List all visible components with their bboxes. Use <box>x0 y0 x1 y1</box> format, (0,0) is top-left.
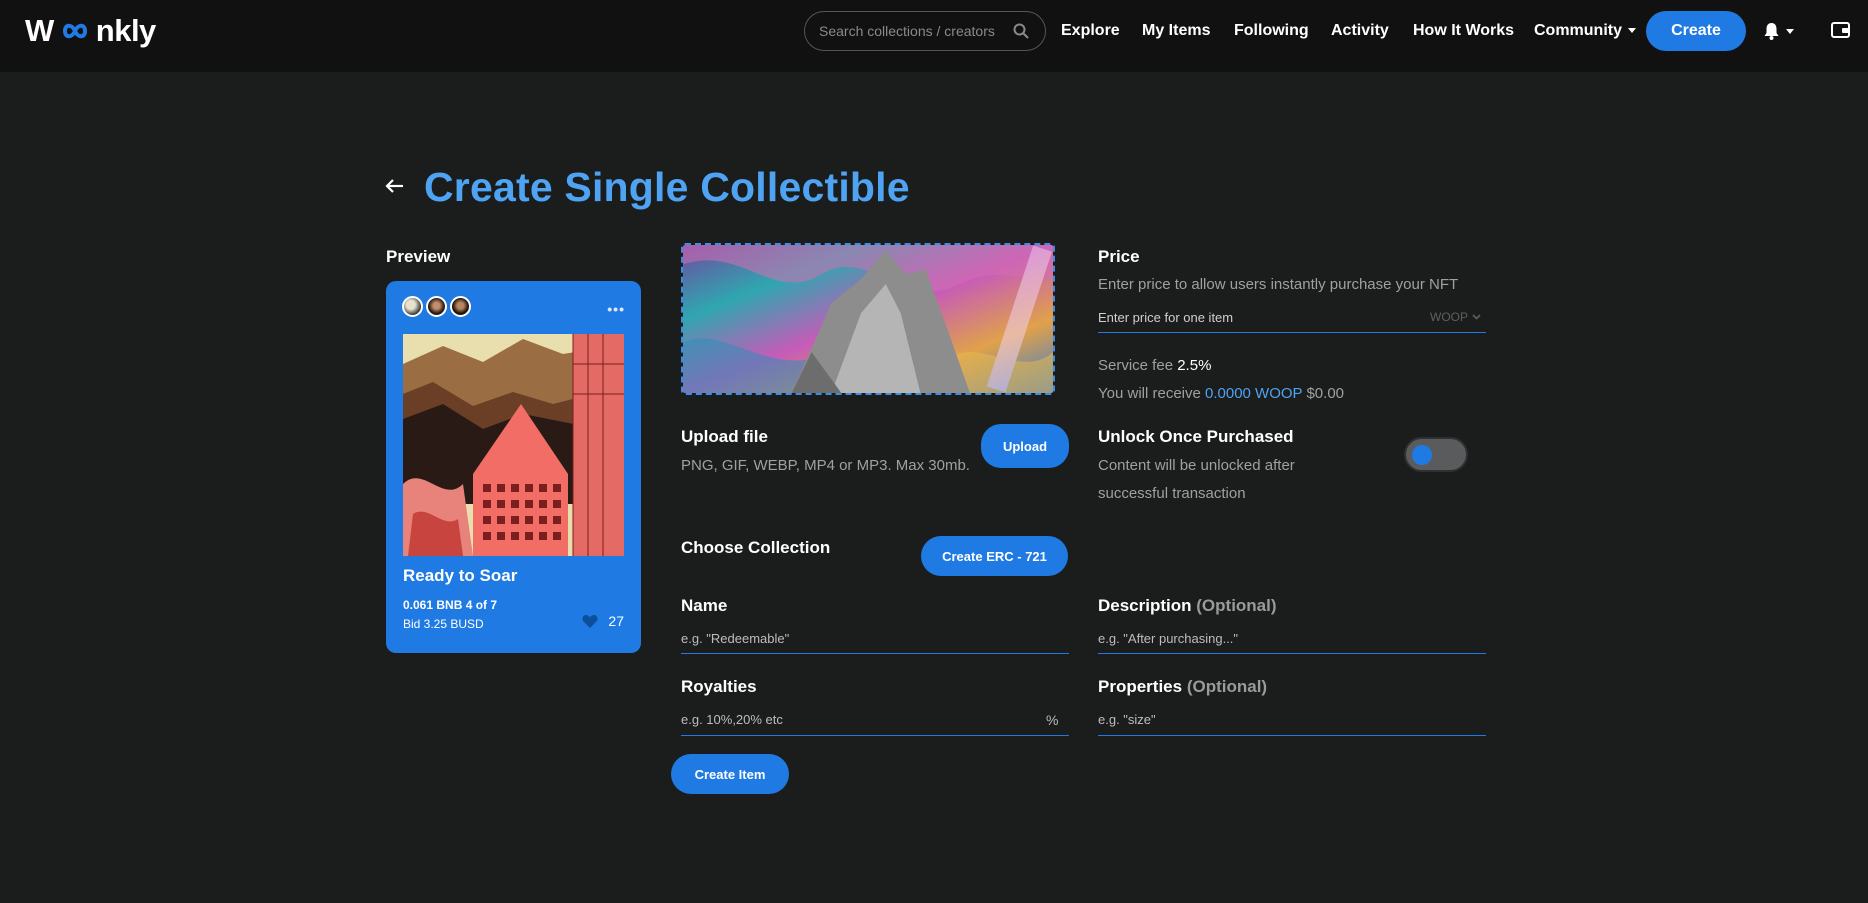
name-label: Name <box>681 596 728 615</box>
nav-following[interactable]: Following <box>1234 22 1309 40</box>
price-input[interactable]: Enter price for one item <box>1098 310 1233 325</box>
upload-file-hint: PNG, GIF, WEBP, MP4 or MP3. Max 30mb. <box>681 457 970 474</box>
royalties-input-underline <box>681 735 1069 736</box>
logo-letter-w: W <box>25 13 54 48</box>
service-fee-label: Service fee <box>1098 357 1174 374</box>
name-input-underline <box>681 653 1069 654</box>
artwork-image <box>403 334 624 556</box>
preview-heading: Preview <box>386 247 451 266</box>
price-title: Price <box>1098 247 1140 266</box>
receive-label: You will receive <box>1098 385 1201 402</box>
nav-community-label: Community <box>1534 22 1622 39</box>
description-label-text: Description <box>1098 596 1192 615</box>
unlock-hint-line1: Content will be unlocked after <box>1098 457 1295 474</box>
create-erc721-button[interactable]: Create ERC - 721 <box>921 536 1068 576</box>
search-box[interactable] <box>804 11 1046 51</box>
unlock-title: Unlock Once Purchased <box>1098 427 1294 446</box>
card-title: Ready to Soar <box>403 566 518 585</box>
receive-usd: $0.00 <box>1306 385 1345 402</box>
service-fee-value: 2.5% <box>1177 357 1212 374</box>
receive-value: 0.0000 WOOP <box>1205 385 1303 402</box>
properties-input-underline <box>1098 735 1486 736</box>
avatar[interactable] <box>450 296 471 317</box>
unlock-hint-line2: successful transaction <box>1098 485 1246 502</box>
bell-icon <box>1764 23 1779 40</box>
nav-my-items[interactable]: My Items <box>1142 22 1210 40</box>
description-optional: (Optional) <box>1196 596 1277 615</box>
choose-collection-title: Choose Collection <box>681 538 831 557</box>
upload-button[interactable]: Upload <box>981 424 1069 468</box>
card-bid: Bid 3.25 BUSD <box>403 617 484 631</box>
currency-label: WOOP <box>1430 310 1468 324</box>
chevron-down-icon <box>1472 314 1481 320</box>
chevron-down-icon <box>1786 28 1794 34</box>
description-input-underline <box>1098 653 1486 654</box>
logo-letters-nkly: nkly <box>95 13 157 48</box>
properties-optional: (Optional) <box>1186 677 1268 696</box>
currency-select[interactable]: WOOP <box>1430 310 1481 324</box>
wallet-icon[interactable] <box>1831 21 1851 39</box>
create-button[interactable]: Create <box>1646 11 1746 51</box>
avatar[interactable] <box>426 296 447 317</box>
royalties-label: Royalties <box>681 677 757 696</box>
card-likes[interactable]: 27 <box>582 613 624 629</box>
create-item-button[interactable]: Create Item <box>671 754 789 794</box>
royalties-unit: % <box>1046 712 1059 728</box>
page-title: Create Single Collectible <box>424 164 910 210</box>
search-input[interactable] <box>819 23 999 39</box>
search-icon[interactable] <box>1013 23 1029 39</box>
price-input-underline <box>1098 332 1486 333</box>
notifications-menu[interactable] <box>1763 22 1794 40</box>
chevron-down-icon <box>1628 28 1636 34</box>
nav-explore[interactable]: Explore <box>1061 22 1120 40</box>
heart-icon <box>582 615 598 628</box>
name-input[interactable]: e.g. "Redeemable" <box>681 631 789 646</box>
properties-label-text: Properties <box>1098 677 1183 696</box>
receive-amount: You will receive 0.0000 WOOP $0.00 <box>1098 385 1344 402</box>
price-hint: Enter price to allow users instantly pur… <box>1098 276 1459 293</box>
woonkly-logo[interactable]: W nkly <box>25 13 156 49</box>
more-options-icon[interactable]: ••• <box>607 301 625 317</box>
nav-activity[interactable]: Activity <box>1331 22 1389 40</box>
infinity-logo-icon <box>62 23 87 39</box>
card-avatars <box>402 296 474 317</box>
card-price: 0.061 BNB 4 of 7 <box>403 598 498 612</box>
preview-card[interactable]: ••• Ready to Soar 0.061 BNB 4 of 7 Bid 3… <box>386 281 641 653</box>
description-label: Description (Optional) <box>1098 596 1277 616</box>
service-fee: Service fee 2.5% <box>1098 357 1211 374</box>
uploaded-image-preview[interactable] <box>681 243 1055 395</box>
likes-count: 27 <box>608 613 624 629</box>
properties-label: Properties (Optional) <box>1098 677 1267 697</box>
top-navbar: W nkly Explore My Items Following Activi… <box>0 0 1868 72</box>
description-input[interactable]: e.g. "After purchasing..." <box>1098 631 1238 646</box>
avatar[interactable] <box>402 296 423 317</box>
nav-community[interactable]: Community <box>1534 22 1636 40</box>
properties-input[interactable]: e.g. "size" <box>1098 712 1156 727</box>
upload-file-title: Upload file <box>681 427 768 446</box>
toggle-knob <box>1412 445 1432 465</box>
royalties-input[interactable]: e.g. 10%,20% etc <box>681 712 783 727</box>
nav-how-it-works[interactable]: How It Works <box>1413 22 1514 40</box>
back-arrow-icon[interactable] <box>385 178 405 194</box>
unlock-toggle[interactable] <box>1404 437 1468 472</box>
